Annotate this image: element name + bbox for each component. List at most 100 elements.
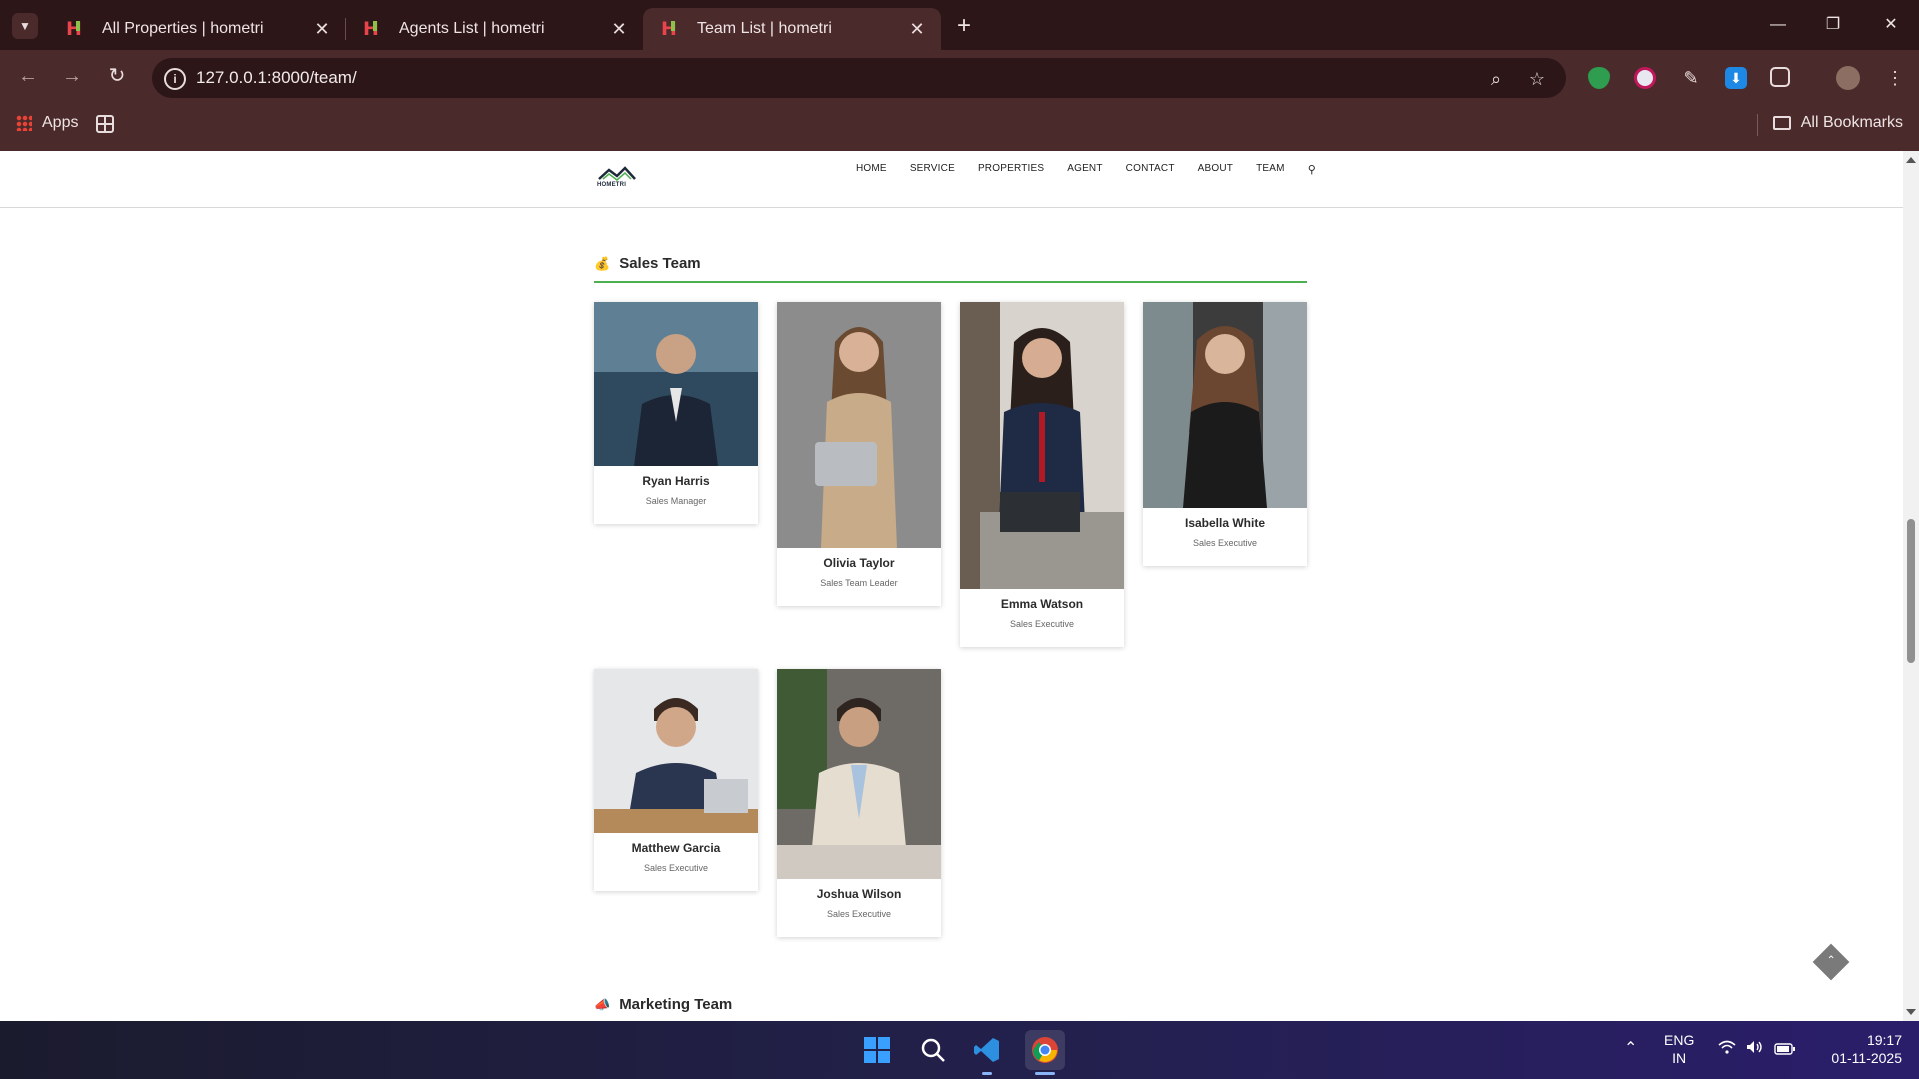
bookmarks-divider [1757, 114, 1758, 136]
member-name: Matthew Garcia [631, 841, 721, 855]
team-card[interactable]: Matthew Garcia Sales Executive [594, 669, 758, 891]
nav-properties[interactable]: PROPERTIES [978, 163, 1044, 176]
team-card[interactable]: Joshua Wilson Sales Executive [777, 669, 941, 937]
bookmark-star-icon[interactable]: ☆ [1526, 68, 1548, 90]
close-icon[interactable]: ✕ [605, 19, 633, 40]
member-photo [777, 302, 941, 548]
team-card[interactable]: Ryan Harris Sales Manager [594, 302, 758, 524]
chrome-icon[interactable] [1025, 1030, 1065, 1070]
section-title-marketing: 📣 Marketing Team [594, 996, 732, 1013]
chevron-up-icon: ⌃ [1826, 954, 1836, 967]
member-name: Olivia Taylor [823, 556, 895, 570]
scrollbar-thumb[interactable] [1907, 519, 1915, 663]
member-name: Isabella White [1184, 516, 1266, 530]
tab-title: All Properties | hometri [102, 20, 264, 37]
windows-start-icon[interactable] [860, 1033, 894, 1067]
member-name: Joshua Wilson [816, 887, 902, 901]
megaphone-icon: 📣 [594, 996, 611, 1012]
team-card[interactable]: Olivia Taylor Sales Team Leader [777, 302, 941, 606]
wifi-icon[interactable] [1718, 1040, 1736, 1058]
scroll-to-top-button[interactable]: ⌃ [1812, 943, 1850, 981]
tab-title: Agents List | hometri [399, 20, 545, 37]
site-header: HOMETRI HOME SERVICE PROPERTIES AGENT CO… [0, 151, 1903, 208]
nav-service[interactable]: SERVICE [910, 163, 955, 176]
address-bar[interactable]: i 127.0.0.1:8000/team/ ⌕ ☆ [152, 58, 1566, 98]
member-photo [960, 302, 1124, 589]
tab-groups-icon[interactable] [96, 115, 114, 133]
tab-search-chevron-icon[interactable]: ▼ [12, 13, 38, 39]
member-name: Ryan Harris [642, 474, 710, 488]
site-info-icon[interactable]: i [164, 68, 186, 90]
lang-secondary: IN [1672, 1050, 1687, 1066]
language-indicator[interactable]: ENG IN [1664, 1031, 1694, 1067]
download-extension-icon[interactable]: ⬇ [1725, 67, 1747, 89]
window-close-icon[interactable]: ✕ [1869, 10, 1913, 40]
apps-shortcut[interactable]: Apps [16, 114, 78, 132]
extensions-puzzle-icon[interactable] [1770, 67, 1790, 87]
search-icon[interactable] [916, 1033, 950, 1067]
browser-menu-icon[interactable]: ⋮ [1884, 67, 1906, 89]
devtools-extension-icon[interactable] [1634, 67, 1656, 89]
page-viewport: HOMETRI HOME SERVICE PROPERTIES AGENT CO… [0, 151, 1903, 1021]
tab-team-list[interactable]: H Team List | hometri ✕ [643, 8, 941, 50]
chrome-active-indicator [1035, 1072, 1055, 1075]
member-role: Sales Executive [826, 909, 892, 919]
nav-agent[interactable]: AGENT [1067, 163, 1102, 176]
tab-agents-list[interactable]: H Agents List | hometri ✕ [345, 8, 643, 50]
money-bag-icon: 💰 [594, 255, 611, 271]
clock-time: 19:17 [1866, 1032, 1902, 1048]
apps-label: Apps [42, 114, 79, 131]
vscode-running-indicator [982, 1072, 992, 1075]
back-arrow-icon[interactable]: ← [14, 62, 42, 90]
nav-home[interactable]: HOME [856, 163, 887, 176]
team-card[interactable]: Emma Watson Sales Executive [960, 302, 1124, 647]
minimize-icon[interactable]: — [1756, 10, 1800, 40]
volume-icon[interactable] [1746, 1040, 1764, 1058]
section-divider [594, 281, 1307, 283]
restore-icon[interactable]: ❐ [1811, 10, 1855, 40]
nav-contact[interactable]: CONTACT [1126, 163, 1175, 176]
browser-tab-bar: ▼ H All Properties | hometri ✕ H Agents … [0, 0, 1919, 50]
search-icon[interactable]: ⚲ [1308, 163, 1316, 176]
member-photo [594, 669, 758, 833]
profile-avatar-icon[interactable] [1836, 66, 1860, 90]
lang-primary: ENG [1664, 1032, 1695, 1048]
member-name: Emma Watson [1000, 597, 1084, 611]
nav-about[interactable]: ABOUT [1198, 163, 1233, 176]
page-scrollbar[interactable] [1903, 151, 1919, 1021]
nav-team[interactable]: TEAM [1256, 163, 1285, 176]
hometri-favicon-icon: H [66, 19, 86, 39]
battery-icon[interactable] [1774, 1041, 1796, 1059]
hometri-favicon-icon: H [363, 19, 383, 39]
close-icon[interactable]: ✕ [308, 19, 336, 40]
reload-icon[interactable]: ↻ [103, 62, 131, 90]
bookmarks-bar [0, 101, 1919, 151]
member-role: Sales Executive [1009, 619, 1075, 629]
clock[interactable]: 19:17 01-11-2025 [1812, 1031, 1902, 1067]
zoom-icon[interactable]: ⌕ [1485, 68, 1507, 90]
all-bookmarks-button[interactable]: All Bookmarks [1772, 114, 1903, 132]
member-photo [777, 669, 941, 879]
eyedropper-extension-icon[interactable]: ✎ [1680, 67, 1702, 89]
scroll-down-arrow-icon[interactable] [1906, 1009, 1916, 1015]
forward-arrow-icon[interactable]: → [58, 62, 86, 90]
tab-all-properties[interactable]: H All Properties | hometri ✕ [48, 8, 346, 50]
all-bookmarks-label: All Bookmarks [1800, 114, 1903, 131]
tray-overflow-chevron-icon[interactable]: ⌃ [1624, 1040, 1637, 1058]
folder-icon [1772, 116, 1791, 130]
member-role: Sales Executive [1192, 538, 1258, 548]
member-role: Sales Executive [643, 863, 709, 873]
new-tab-plus-icon[interactable]: + [950, 12, 978, 40]
clock-date: 01-11-2025 [1831, 1050, 1902, 1066]
apps-grid-icon [16, 115, 32, 131]
section-title-text: Sales Team [619, 255, 701, 272]
hometri-favicon-icon: H [661, 19, 681, 39]
vscode-icon[interactable] [970, 1033, 1004, 1067]
section-title-sales: 💰 Sales Team [594, 255, 701, 272]
team-card[interactable]: Isabella White Sales Executive [1143, 302, 1307, 566]
logo-text: HOMETRI [597, 182, 627, 188]
url-text[interactable]: 127.0.0.1:8000/team/ [196, 68, 357, 88]
site-nav: HOME SERVICE PROPERTIES AGENT CONTACT AB… [856, 163, 1316, 176]
close-icon[interactable]: ✕ [903, 19, 931, 40]
scroll-up-arrow-icon[interactable] [1906, 157, 1916, 163]
